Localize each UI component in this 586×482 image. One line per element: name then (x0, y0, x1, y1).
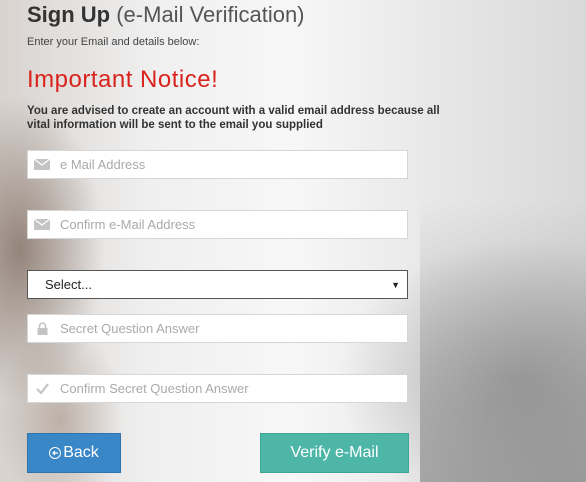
envelope-icon (28, 159, 56, 170)
email-field (27, 150, 408, 179)
verify-email-button[interactable]: Verify e-Mail (260, 433, 409, 473)
check-icon (28, 383, 56, 394)
secret-answer-input[interactable] (56, 315, 407, 342)
signup-form-panel: Sign Up (e-Mail Verification) Enter your… (0, 0, 586, 482)
page-title-sub: (e-Mail Verification) (116, 2, 305, 27)
back-button[interactable]: Back (27, 433, 121, 473)
page-title-main: Sign Up (27, 2, 111, 27)
verify-email-button-label: Verify e-Mail (290, 444, 379, 461)
secret-question-select[interactable]: Select... ▼ (27, 270, 408, 299)
notice-line-2: vital information will be sent to the em… (27, 119, 323, 131)
lock-icon (28, 322, 56, 335)
confirm-email-field (27, 210, 408, 239)
notice-text: You are advised to create an account wit… (27, 104, 586, 132)
envelope-icon (28, 219, 56, 230)
page-subtitle: Enter your Email and details below: (27, 36, 200, 48)
notice-heading: Important Notice! (27, 66, 219, 93)
secret-question-selected: Select... (45, 277, 92, 292)
secret-answer-field (27, 314, 408, 343)
confirm-email-input[interactable] (56, 211, 407, 238)
back-arrow-icon (49, 447, 62, 459)
email-input[interactable] (56, 151, 407, 178)
notice-line-1: You are advised to create an account wit… (27, 105, 440, 117)
dropdown-arrow-icon: ▼ (391, 279, 400, 290)
page-title: Sign Up (e-Mail Verification) (27, 2, 305, 28)
confirm-answer-input[interactable] (56, 375, 407, 402)
back-button-label: Back (63, 444, 99, 461)
confirm-answer-field (27, 374, 408, 403)
